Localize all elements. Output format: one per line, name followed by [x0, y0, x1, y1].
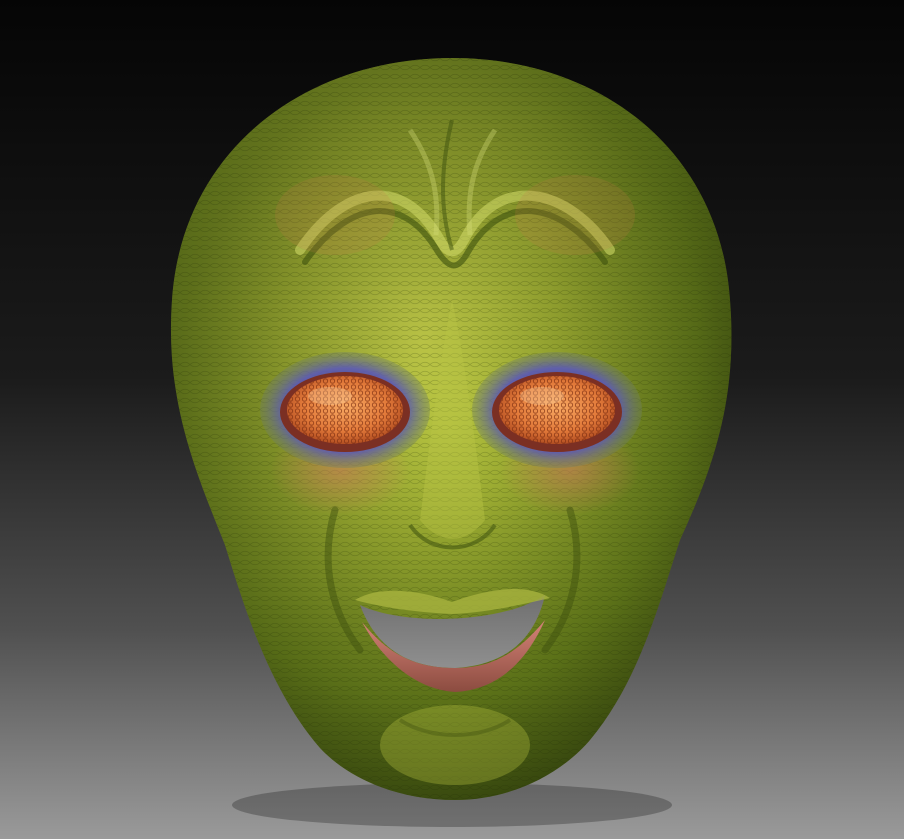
eye-lens-texture-right — [499, 376, 615, 444]
eye-right — [472, 352, 642, 468]
chin-highlight — [380, 705, 530, 785]
eye-highlight-right — [520, 387, 564, 405]
temple-tint-left — [275, 175, 395, 255]
temple-tint-right — [515, 175, 635, 255]
sculpt-render-viewport — [0, 0, 904, 839]
eye-left — [260, 352, 430, 468]
eye-lens-texture-left — [287, 376, 403, 444]
sculpt-render — [0, 0, 904, 839]
eye-highlight-left — [308, 387, 352, 405]
